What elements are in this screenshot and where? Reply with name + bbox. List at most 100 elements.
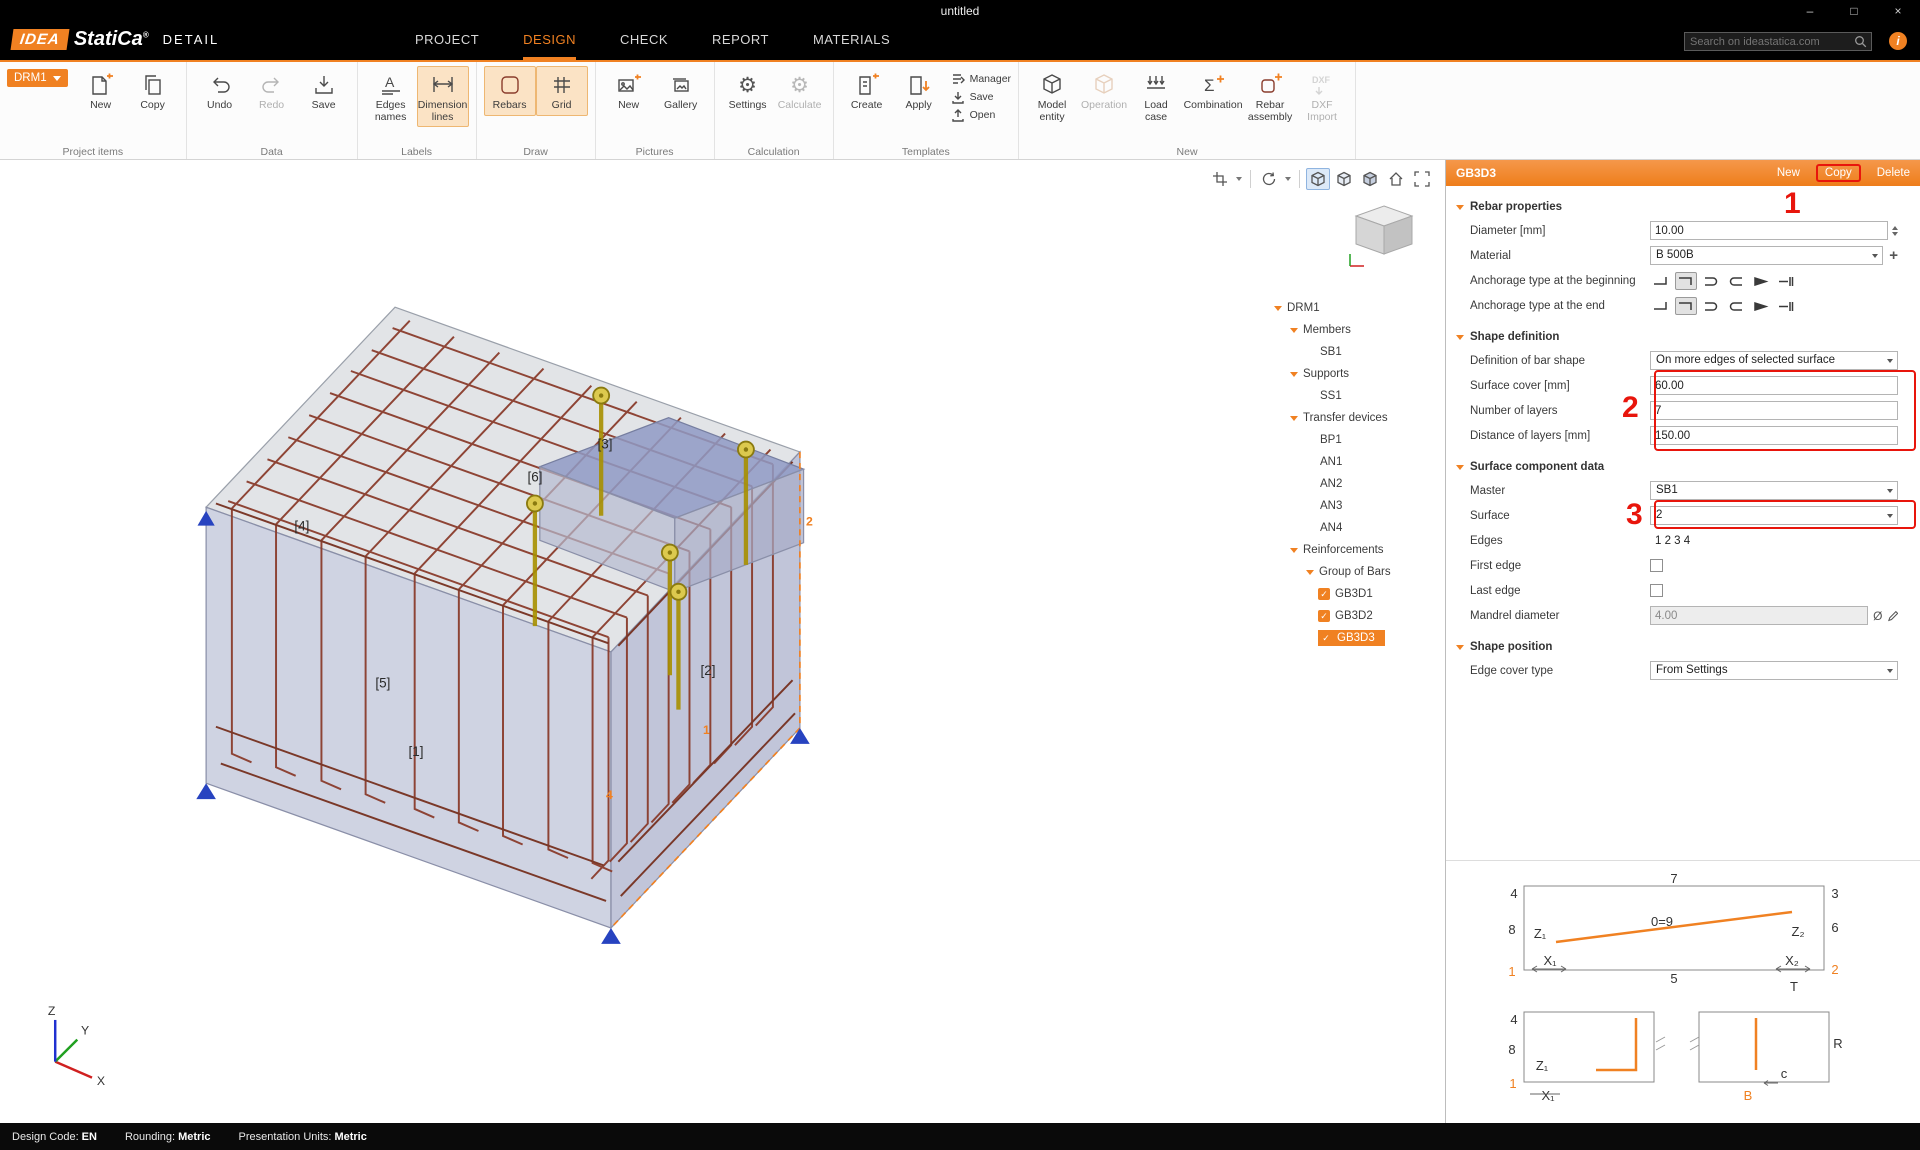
new-group-button[interactable]: New bbox=[1777, 167, 1800, 179]
menu-check[interactable]: CHECK bbox=[620, 22, 668, 60]
spinner[interactable] bbox=[1892, 226, 1898, 236]
tree-item-an4[interactable]: AN4 bbox=[1272, 517, 1444, 539]
anchorage-hook-icon[interactable] bbox=[1675, 272, 1697, 290]
picture-new-button[interactable]: New bbox=[603, 66, 655, 116]
tree-item-group-of-bars[interactable]: Group of Bars bbox=[1272, 561, 1444, 583]
anchorage-ubend-icon[interactable] bbox=[1725, 272, 1747, 290]
template-apply-button[interactable]: Apply bbox=[893, 66, 945, 116]
tree-item-gb3d3[interactable]: ✓GB3D3 bbox=[1272, 627, 1444, 649]
chevron-down-icon[interactable] bbox=[1236, 177, 1242, 181]
last-edge-checkbox[interactable] bbox=[1650, 584, 1663, 597]
dxf-import-button[interactable]: DXF DXF Import bbox=[1296, 66, 1348, 127]
number-of-layers-input[interactable] bbox=[1650, 401, 1898, 420]
template-open-button[interactable]: Open bbox=[951, 108, 1011, 122]
surface-select[interactable]: 2 bbox=[1650, 506, 1898, 525]
chevron-down-icon[interactable] bbox=[1290, 416, 1298, 421]
info-icon[interactable]: i bbox=[1889, 32, 1907, 50]
undo-button[interactable]: Undo bbox=[194, 66, 246, 116]
template-create-button[interactable]: Create bbox=[841, 66, 893, 116]
project-item-selector[interactable]: DRM1 bbox=[7, 69, 68, 87]
fullscreen-button[interactable] bbox=[1410, 168, 1434, 190]
menu-project[interactable]: PROJECT bbox=[415, 22, 479, 60]
anchorage-welded-icon[interactable] bbox=[1750, 297, 1772, 315]
tree-item-members[interactable]: Members bbox=[1272, 319, 1444, 341]
anchorage-loop-icon[interactable] bbox=[1700, 272, 1722, 290]
combination-button[interactable]: Σ Combination bbox=[1182, 66, 1244, 116]
new-item-button[interactable]: New bbox=[75, 66, 127, 116]
surface-cover-input[interactable] bbox=[1650, 376, 1898, 395]
anchorage-ubend-icon[interactable] bbox=[1725, 297, 1747, 315]
copy-item-button[interactable]: Copy bbox=[127, 66, 179, 116]
tree-item-supports[interactable]: Supports bbox=[1272, 363, 1444, 385]
pencil-icon[interactable] bbox=[1888, 610, 1899, 622]
chevron-down-icon[interactable] bbox=[1306, 570, 1314, 575]
close-icon[interactable]: × bbox=[1876, 0, 1920, 22]
maximize-icon[interactable]: □ bbox=[1832, 0, 1876, 22]
load-case-button[interactable]: Load case bbox=[1130, 66, 1182, 127]
anchorage-straight-icon[interactable] bbox=[1650, 297, 1672, 315]
edge-cover-select[interactable]: From Settings bbox=[1650, 661, 1898, 680]
edges-value[interactable]: 1 2 3 4 bbox=[1650, 535, 1690, 547]
3d-viewport[interactable]: [4] [6] [3] [5] [1] [2] 2 1 4 X Y bbox=[0, 160, 1444, 1123]
template-manager-button[interactable]: Manager bbox=[951, 72, 1011, 86]
mandrel-input[interactable] bbox=[1650, 606, 1868, 625]
chevron-down-icon[interactable] bbox=[1274, 306, 1282, 311]
section-rebar-properties[interactable]: Rebar properties bbox=[1446, 196, 1920, 218]
anchorage-welded-icon[interactable] bbox=[1750, 272, 1772, 290]
tree-item-reinforcements[interactable]: Reinforcements bbox=[1272, 539, 1444, 561]
minimize-icon[interactable]: – bbox=[1788, 0, 1832, 22]
anchorage-plate-icon[interactable] bbox=[1775, 272, 1797, 290]
gallery-button[interactable]: Gallery bbox=[655, 66, 707, 116]
menu-design[interactable]: DESIGN bbox=[523, 22, 576, 60]
rebars-button[interactable]: Rebars bbox=[484, 66, 536, 116]
checkbox[interactable]: ✓ bbox=[1320, 632, 1332, 644]
solid-view-button[interactable] bbox=[1332, 168, 1356, 190]
checkbox[interactable]: ✓ bbox=[1318, 610, 1330, 622]
first-edge-checkbox[interactable] bbox=[1650, 559, 1663, 572]
edges-names-button[interactable]: A Edges names bbox=[365, 66, 417, 127]
crop-view-button[interactable] bbox=[1208, 168, 1232, 190]
master-select[interactable]: SB1 bbox=[1650, 481, 1898, 500]
bar-shape-select[interactable]: On more edges of selected surface bbox=[1650, 351, 1898, 370]
menu-materials[interactable]: MATERIALS bbox=[813, 22, 890, 60]
shaded-view-button[interactable] bbox=[1358, 168, 1382, 190]
anchorage-hook-icon[interactable] bbox=[1675, 297, 1697, 315]
anchorage-plate-icon[interactable] bbox=[1775, 297, 1797, 315]
home-view-button[interactable] bbox=[1384, 168, 1408, 190]
tree-item-gb3d2[interactable]: ✓GB3D2 bbox=[1272, 605, 1444, 627]
navigation-cube[interactable] bbox=[1342, 200, 1426, 274]
menu-report[interactable]: REPORT bbox=[712, 22, 769, 60]
rebar-assembly-button[interactable]: Rebar assembly bbox=[1244, 66, 1296, 127]
settings-button[interactable]: ⚙ Settings bbox=[722, 66, 774, 116]
tree-item-ss1[interactable]: SS1 bbox=[1272, 385, 1444, 407]
distance-of-layers-input[interactable] bbox=[1650, 426, 1898, 445]
dimension-lines-button[interactable]: Dimension lines bbox=[417, 66, 469, 127]
redo-button[interactable]: Redo bbox=[246, 66, 298, 116]
wireframe-view-button[interactable] bbox=[1306, 168, 1330, 190]
material-select[interactable]: B 500B bbox=[1650, 246, 1883, 265]
model-entity-button[interactable]: Model entity bbox=[1026, 66, 1078, 127]
tree-item-an1[interactable]: AN1 bbox=[1272, 451, 1444, 473]
tree-item-drm1[interactable]: DRM1 bbox=[1272, 297, 1444, 319]
search-input[interactable] bbox=[1685, 36, 1854, 48]
diameter-input[interactable] bbox=[1650, 221, 1888, 240]
section-shape-definition[interactable]: Shape definition bbox=[1446, 326, 1920, 348]
chevron-down-icon[interactable] bbox=[1285, 177, 1291, 181]
grid-button[interactable]: Grid bbox=[536, 66, 588, 116]
calculate-button[interactable]: ⚙ Calculate bbox=[774, 66, 826, 116]
operation-button[interactable]: Operation bbox=[1078, 66, 1130, 116]
tree-item-transfer-devices[interactable]: Transfer devices bbox=[1272, 407, 1444, 429]
tree-item-bp1[interactable]: BP1 bbox=[1272, 429, 1444, 451]
chevron-down-icon[interactable] bbox=[1290, 548, 1298, 553]
tree-item-sb1[interactable]: SB1 bbox=[1272, 341, 1444, 363]
anchorage-straight-icon[interactable] bbox=[1650, 272, 1672, 290]
save-button[interactable]: Save bbox=[298, 66, 350, 116]
search-box[interactable] bbox=[1684, 32, 1872, 51]
section-surface-component[interactable]: Surface component data bbox=[1446, 456, 1920, 478]
chevron-down-icon[interactable] bbox=[1290, 372, 1298, 377]
copy-group-button[interactable]: Copy bbox=[1825, 167, 1852, 179]
add-material-button[interactable]: + bbox=[1889, 247, 1898, 264]
checkbox[interactable]: ✓ bbox=[1318, 588, 1330, 600]
tree-item-an2[interactable]: AN2 bbox=[1272, 473, 1444, 495]
chevron-down-icon[interactable] bbox=[1290, 328, 1298, 333]
